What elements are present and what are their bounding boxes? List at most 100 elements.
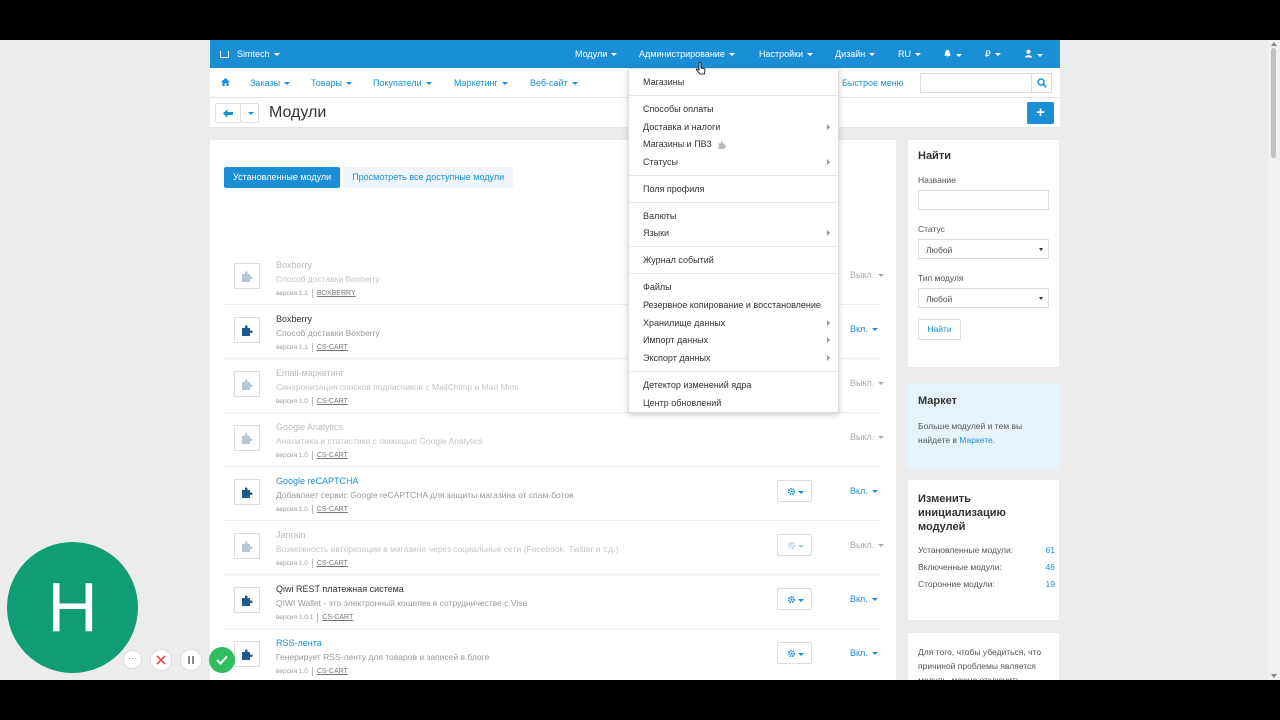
chevron-down-icon [798,653,804,656]
quick-menu-link[interactable]: Быстрое меню [842,78,903,88]
puzzle-icon [242,271,253,282]
menu-marketing[interactable]: Маркетинг [454,78,508,88]
dd-stores-pickup[interactable]: Магазины и ПВЗ [643,139,727,149]
menu-label: Товары [311,78,342,88]
developer-link[interactable]: CS-CART [317,506,348,513]
dd-payment-methods[interactable]: Способы оплаты [643,104,714,114]
status-select[interactable]: Любой [918,239,1049,259]
chevron-down-icon [273,53,280,57]
tab-installed-addons[interactable]: Установленные модули [224,167,341,188]
addon-name[interactable]: Qiwi REST платежная система [276,584,404,594]
addon-status-toggle[interactable]: Вкл. [850,324,878,334]
stats-title[interactable]: Изменить инициализацию модулей [918,492,1028,534]
find-button[interactable]: Найти [918,319,961,340]
dd-data-storage[interactable]: Хранилище данных [643,318,725,328]
brand-menu[interactable]: Simtech [220,49,280,59]
dd-currencies[interactable]: Валюты [643,211,676,221]
type-select[interactable]: Любой [918,288,1049,308]
scroll-down-icon[interactable] [1271,674,1277,678]
puzzle-icon [242,433,253,444]
dd-stores[interactable]: Магазины [643,77,684,87]
developer-link[interactable]: CS-CART [317,344,348,351]
dd-core-changes-detector[interactable]: Детектор изменений ядра [643,380,751,390]
history-dropdown-button[interactable] [241,103,259,123]
developer-link[interactable]: CS-CART [317,560,348,567]
addon-row: Google Analytics Аналитика и статистика с… [224,413,885,467]
nav-label: ₽ [985,49,991,59]
dd-statuses[interactable]: Статусы [643,157,678,167]
more-icon[interactable]: ··· [123,650,142,669]
search-button[interactable] [1032,73,1052,93]
addon-status-toggle[interactable]: Выкл. [850,432,885,442]
add-addon-button[interactable]: + [1027,102,1054,124]
developer-link[interactable]: BOXBERRY [317,290,356,297]
divider [629,246,838,247]
chevron-down-icon [1037,54,1043,58]
developer-link[interactable]: CS-CART [322,614,353,621]
tab-all-addons[interactable]: Просмотреть все доступные модули [343,167,514,188]
addon-name[interactable]: Boxberry [276,314,312,324]
dd-upgrade-center[interactable]: Центр обновлений [643,398,721,408]
addon-version: версия 1.0 CS-CART [276,397,348,406]
addon-status-toggle[interactable]: Выкл. [850,378,885,388]
stat-label: Сторонние модули: [918,579,995,589]
addon-status-toggle[interactable]: Выкл. [850,270,885,280]
addon-name[interactable]: Email-маркетинг [276,368,344,378]
search-input[interactable] [920,73,1032,93]
finish-recording-button[interactable] [209,647,235,673]
divider [629,175,838,176]
scroll-thumb[interactable] [1271,48,1276,158]
addon-status-toggle[interactable]: Выкл. [850,540,885,550]
nav-addons[interactable]: Модули [575,49,618,59]
scroll-up-icon[interactable] [1271,42,1277,46]
dd-backup-restore[interactable]: Резервное копирование и восстановление [643,300,821,310]
nav-design[interactable]: Дизайн [835,49,876,59]
dd-files[interactable]: Файлы [643,282,672,292]
stat-value[interactable]: 46 [1046,562,1055,572]
dd-profile-fields[interactable]: Поля профиля [643,184,704,194]
dd-languages[interactable]: Языки [643,228,669,238]
back-button[interactable] [215,103,241,123]
dd-export-data[interactable]: Экспорт данных [643,353,710,363]
addon-icon [234,587,260,613]
addon-status-toggle[interactable]: Вкл. [850,594,878,604]
developer-link[interactable]: CS-CART [317,398,348,405]
pause-recording-button[interactable] [180,649,202,671]
addon-name[interactable]: RSS-лента [276,638,322,648]
addon-name[interactable]: Google reCAPTCHA [276,476,359,486]
menu-orders[interactable]: Заказы [250,78,291,88]
stat-value[interactable]: 19 [1046,579,1055,589]
addon-settings-button[interactable] [777,642,812,664]
nav-administration[interactable]: Администрирование [639,49,735,59]
addon-settings-button[interactable] [777,534,812,556]
addon-name[interactable]: Janrain [276,530,306,540]
addon-status-toggle[interactable]: Вкл. [850,648,878,658]
addon-settings-button[interactable] [777,588,812,610]
addon-name[interactable]: Boxberry [276,260,312,270]
version-text: версия 1.0 [276,668,308,676]
stat-value[interactable]: 61 [1046,545,1055,555]
menu-products[interactable]: Товары [311,78,352,88]
menu-website[interactable]: Веб-сайт [530,78,578,88]
nav-notifications[interactable] [943,49,962,60]
home-icon[interactable] [221,78,230,86]
name-input[interactable] [918,190,1049,210]
check-icon [216,655,228,665]
developer-link[interactable]: CS-CART [317,668,348,675]
addon-name[interactable]: Google Analytics [276,422,343,432]
dd-event-log[interactable]: Журнал событий [643,255,714,265]
cancel-recording-button[interactable] [150,649,172,671]
nav-currency[interactable]: ₽ [985,49,1001,60]
addon-icon [234,371,260,397]
dd-shipping-taxes[interactable]: Доставка и налоги [643,122,720,132]
nav-user[interactable] [1024,49,1043,60]
addon-status-toggle[interactable]: Вкл. [850,486,878,496]
scrollbar[interactable] [1268,40,1280,680]
menu-customers[interactable]: Покупатели [373,78,432,88]
dd-import-data[interactable]: Импорт данных [643,335,708,345]
market-link[interactable]: Маркете. [959,435,995,445]
nav-language[interactable]: RU [898,49,921,59]
nav-settings[interactable]: Настройки [759,49,814,59]
developer-link[interactable]: CS-CART [317,452,348,459]
addon-settings-button[interactable] [777,480,812,502]
